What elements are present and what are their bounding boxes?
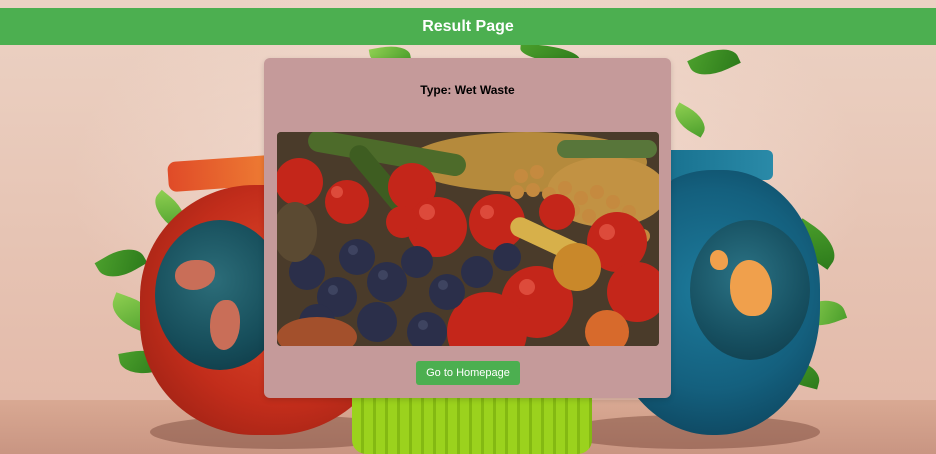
waste-type-value: Wet Waste bbox=[454, 83, 515, 97]
right-globe bbox=[690, 220, 810, 360]
result-card: Type: Wet Waste Go to Homepage bbox=[264, 58, 671, 398]
go-to-homepage-button[interactable]: Go to Homepage bbox=[416, 361, 520, 385]
waste-type-label: Type: bbox=[420, 83, 455, 97]
page-title: Result Page bbox=[422, 17, 514, 35]
continent-shape bbox=[175, 260, 215, 290]
waste-type-heading: Type: Wet Waste bbox=[264, 83, 671, 97]
waste-photo-illustration bbox=[277, 132, 659, 346]
continent-shape bbox=[710, 250, 728, 270]
page-header: Result Page bbox=[0, 8, 936, 45]
continent-shape bbox=[730, 260, 772, 316]
continent-shape bbox=[210, 300, 240, 350]
waste-photo bbox=[277, 132, 659, 346]
